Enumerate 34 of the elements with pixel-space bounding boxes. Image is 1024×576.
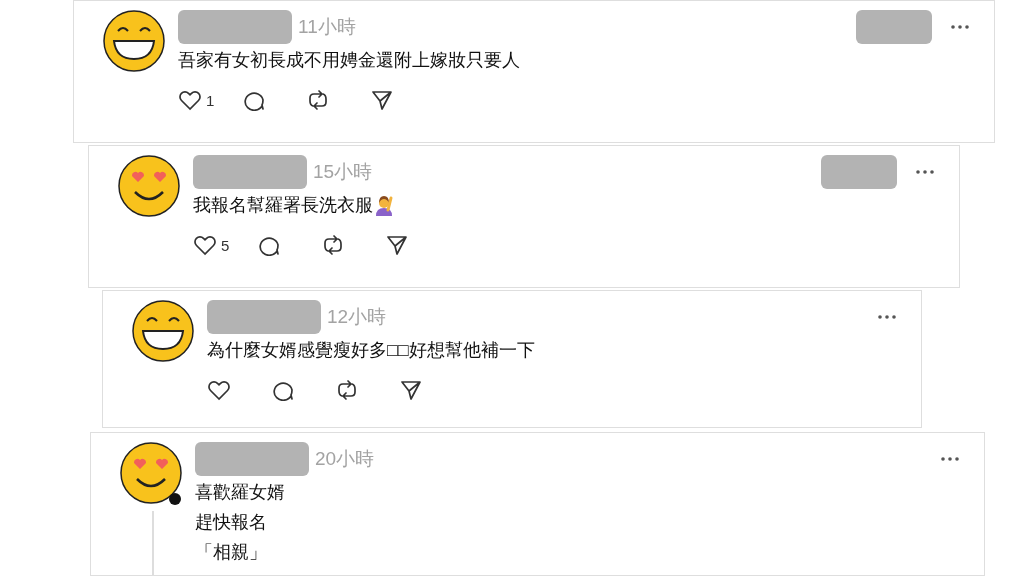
timestamp: 11小時 (298, 15, 356, 39)
avatar-icon[interactable] (117, 154, 181, 218)
comment-icon[interactable] (242, 89, 266, 111)
like-count: 1 (206, 91, 215, 109)
more-icon[interactable] (940, 456, 960, 462)
share-icon[interactable] (370, 89, 394, 111)
more-icon[interactable] (915, 169, 935, 175)
avatar-icon[interactable] (102, 9, 166, 73)
more-icon[interactable] (877, 314, 897, 320)
comment-icon[interactable] (271, 379, 295, 401)
comment-icon[interactable] (257, 234, 281, 256)
comment-text: 喜歡羅女婿 (195, 481, 285, 504)
more-icon[interactable] (950, 24, 970, 30)
heart-icon[interactable] (207, 379, 231, 401)
status-dot (169, 493, 181, 505)
comment-text: 「相親」 (195, 541, 267, 564)
comment-text: 吾家有女初長成不用娉金還附上嫁妝只要人 (178, 49, 520, 72)
heart-icon[interactable] (193, 234, 217, 256)
repost-icon[interactable] (306, 89, 330, 111)
comment-text: 趕快報名 (195, 511, 267, 534)
avatar-icon[interactable] (119, 441, 183, 505)
comment-text: 為什麼女婿感覺瘦好多□□好想幫他補一下 (207, 339, 535, 362)
timestamp: 15小時 (313, 160, 373, 184)
comment-text: 我報名幫羅署長洗衣服 (193, 194, 373, 217)
like-count: 5 (221, 236, 230, 254)
repost-icon[interactable] (321, 234, 345, 256)
repost-icon[interactable] (335, 379, 359, 401)
timestamp: 20小時 (315, 447, 375, 471)
heart-icon[interactable] (178, 89, 202, 111)
share-icon[interactable] (399, 379, 423, 401)
share-icon[interactable] (385, 234, 409, 256)
avatar-icon[interactable] (131, 299, 195, 363)
raised-hand-person-icon (374, 194, 394, 216)
timestamp: 12小時 (327, 305, 387, 329)
